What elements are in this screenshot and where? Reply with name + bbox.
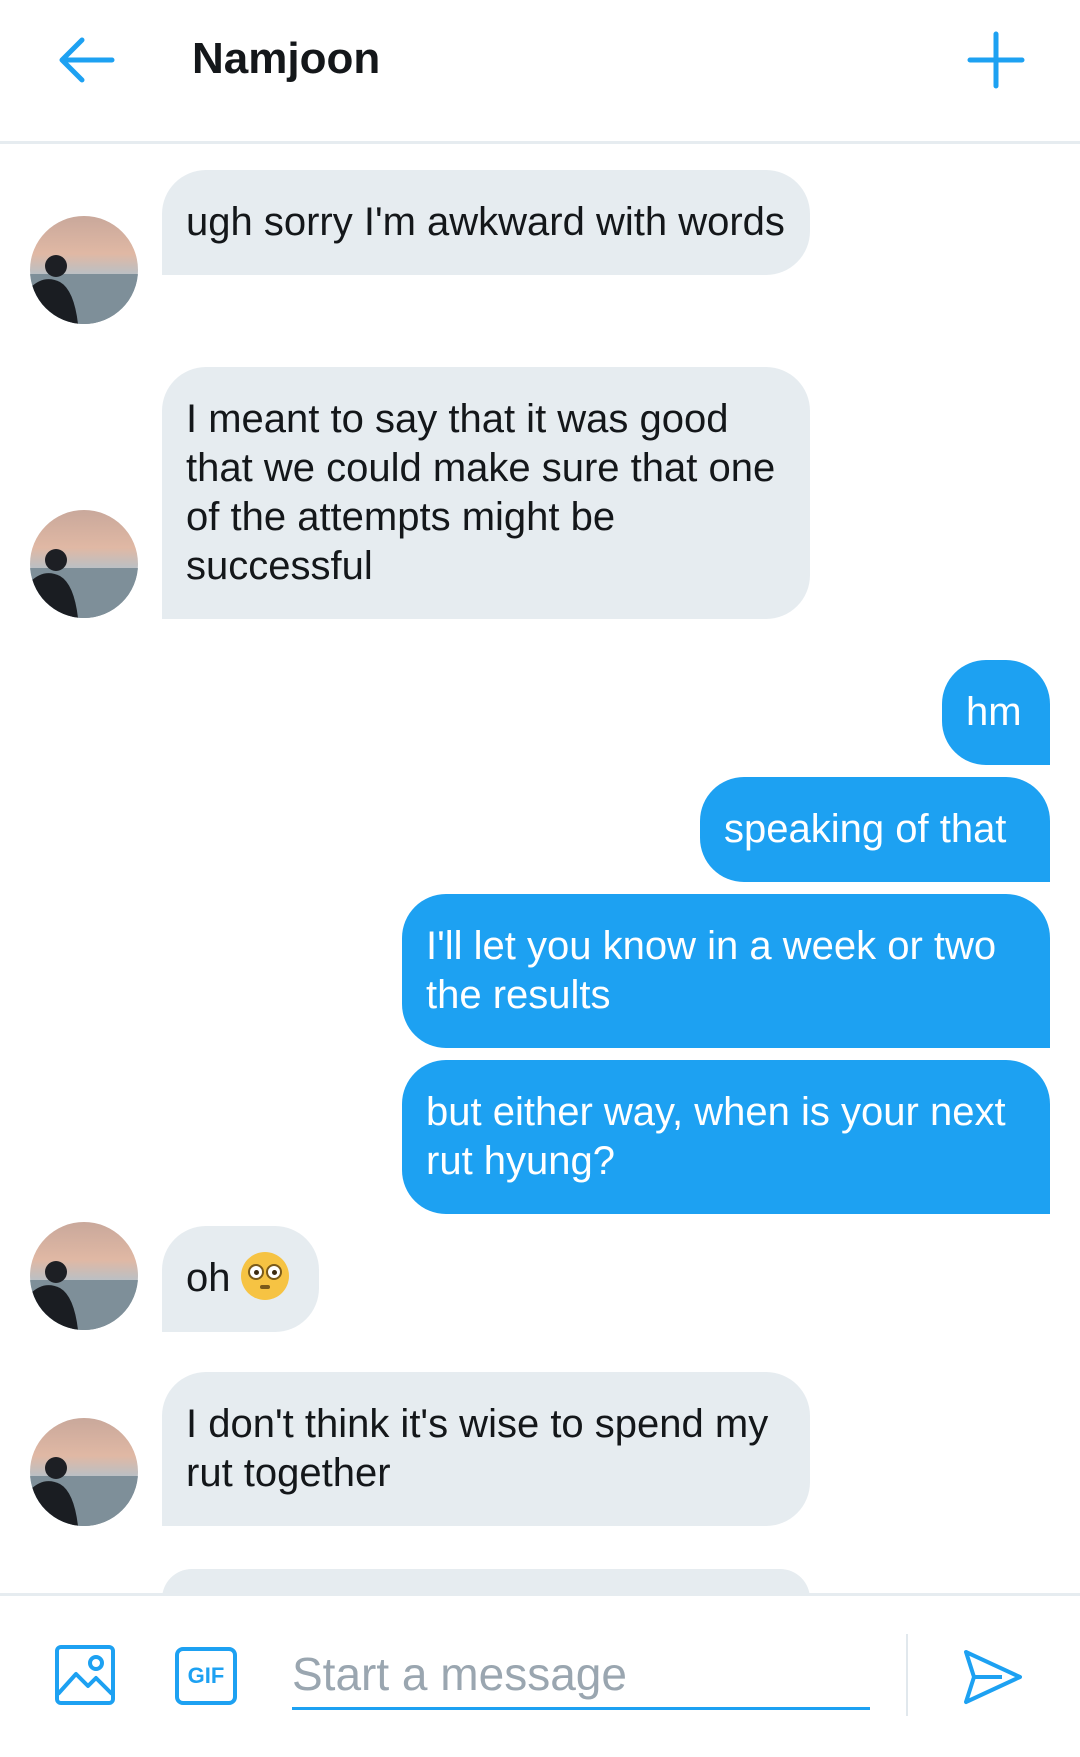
message-bubble-outgoing[interactable]: I'll let you know in a week or two the r… — [402, 894, 1050, 1048]
send-icon — [964, 1650, 1022, 1704]
message-text: speaking of that — [724, 807, 1007, 851]
flushed-face-icon — [240, 1252, 289, 1301]
back-button[interactable] — [52, 30, 122, 90]
message-bubble-incoming[interactable]: ugh sorry I'm awkward with words — [162, 170, 810, 275]
message-composer: GIF — [0, 1593, 1080, 1757]
gif-label: GIF — [187, 1663, 225, 1688]
message-bubble-incoming[interactable] — [162, 1569, 810, 1593]
message-bubble-incoming[interactable]: oh — [162, 1226, 319, 1333]
avatar[interactable] — [30, 216, 138, 324]
message-text: hm — [966, 690, 1022, 734]
message-text: oh — [186, 1256, 231, 1300]
message-text: but either way, when is your next rut hy… — [426, 1090, 1006, 1183]
avatar-photo — [30, 255, 138, 324]
message-text: ugh sorry I'm awkward with words — [186, 200, 785, 244]
plus-icon — [967, 31, 1025, 89]
composer-divider — [906, 1634, 908, 1716]
avatar-photo — [30, 1261, 138, 1330]
message-thread[interactable]: ugh sorry I'm awkward with words I meant… — [0, 147, 1080, 1593]
avatar[interactable] — [30, 1418, 138, 1526]
message-text: I don't think it's wise to spend my rut … — [186, 1402, 769, 1495]
avatar[interactable] — [30, 1222, 138, 1330]
message-bubble-incoming[interactable]: I meant to say that it was good that we … — [162, 367, 810, 619]
conversation-header: Namjoon — [0, 0, 1080, 144]
message-text: I meant to say that it was good that we … — [186, 397, 776, 588]
send-button[interactable] — [962, 1646, 1024, 1708]
message-text: I'll let you know in a week or two the r… — [426, 924, 997, 1017]
page-title: Namjoon — [192, 34, 381, 83]
image-icon — [55, 1645, 115, 1705]
message-bubble-incoming[interactable]: I don't think it's wise to spend my rut … — [162, 1372, 810, 1526]
message-input[interactable] — [292, 1640, 870, 1710]
message-bubble-outgoing[interactable]: but either way, when is your next rut hy… — [402, 1060, 1050, 1214]
avatar-photo — [30, 1457, 138, 1526]
message-bubble-outgoing[interactable]: speaking of that — [700, 777, 1050, 882]
avatar[interactable] — [30, 510, 138, 618]
arrow-left-icon — [59, 37, 115, 83]
add-gif-button[interactable]: GIF — [174, 1646, 238, 1706]
new-conversation-button[interactable] — [964, 28, 1028, 92]
message-bubble-outgoing[interactable]: hm — [942, 660, 1050, 765]
add-image-button[interactable] — [54, 1644, 116, 1706]
avatar-photo — [30, 549, 138, 618]
